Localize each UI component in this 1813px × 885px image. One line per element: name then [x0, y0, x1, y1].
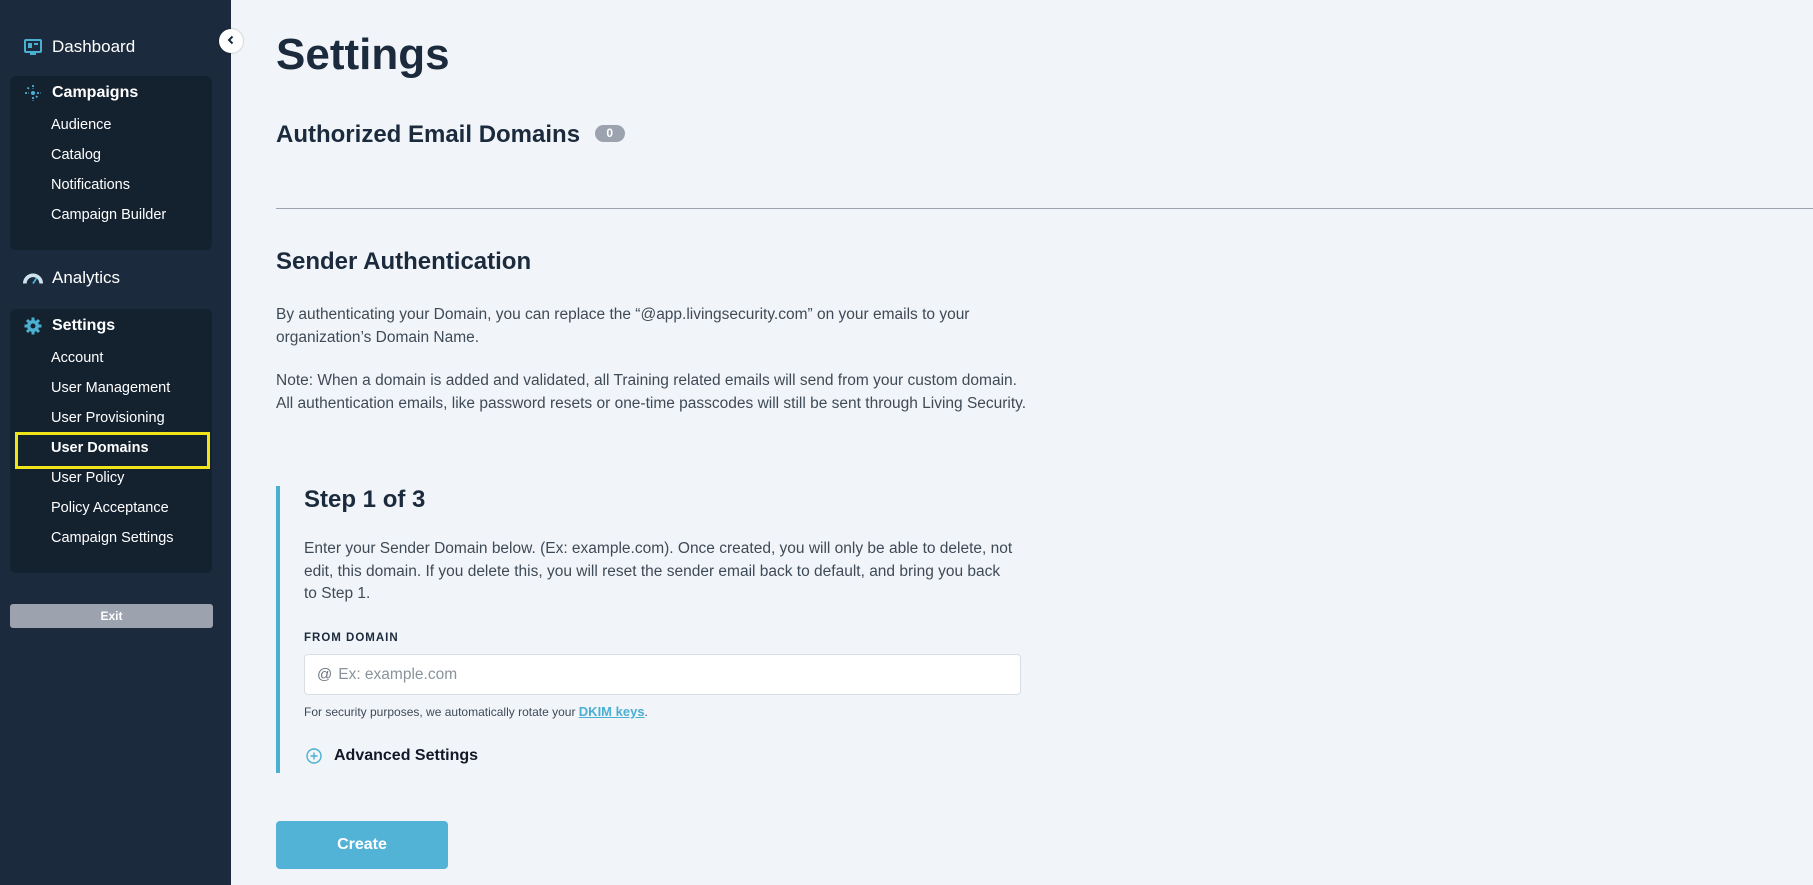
create-button[interactable]: Create [276, 821, 448, 869]
step-panel: Step 1 of 3 Enter your Sender Domain bel… [276, 486, 1021, 773]
advanced-settings-label: Advanced Settings [334, 747, 479, 764]
main-content: Settings Authorized Email Domains 0 Send… [276, 0, 1813, 885]
hint-text: For security purposes, we automatically … [304, 705, 576, 719]
from-domain-label: FROM DOMAIN [304, 632, 399, 644]
sidebar-group-settings: Settings Account User Management User Pr… [10, 309, 212, 573]
page-title: Settings [276, 30, 450, 79]
sidebar-item-policy-acceptance[interactable]: Policy Acceptance [10, 493, 212, 523]
dkim-hint: For security purposes, we automatically … [304, 704, 648, 719]
advanced-settings-toggle[interactable]: Advanced Settings [306, 747, 478, 765]
step-title: Step 1 of 3 [304, 486, 426, 513]
from-domain-field[interactable]: @ [304, 654, 1021, 695]
at-symbol: @ [317, 666, 333, 683]
step-description: Enter your Sender Domain below. (Ex: exa… [304, 540, 1013, 602]
sender-authentication-heading: Sender Authentication [276, 248, 532, 275]
count-badge: 0 [594, 125, 625, 143]
group-title: Settings [52, 317, 116, 334]
sender-description: By authenticating your Domain, you can r… [276, 306, 970, 346]
sidebar-group-campaigns: Campaigns Audience Catalog Notifications… [10, 76, 212, 250]
sidebar-item-dashboard[interactable]: Dashboard [10, 30, 212, 64]
exit-button[interactable]: Exit [10, 604, 213, 628]
sidebar: Dashboard Campaigns Audience Catalog Not… [0, 0, 231, 885]
dkim-keys-link[interactable]: DKIM keys [579, 704, 645, 719]
analytics-gauge-icon [23, 268, 43, 288]
hint-suffix: . [644, 705, 648, 719]
sidebar-item-campaign-builder[interactable]: Campaign Builder [10, 200, 212, 230]
sender-note: Note: When a domain is added and validat… [276, 372, 1027, 412]
sidebar-item-catalog[interactable]: Catalog [10, 140, 212, 170]
sidebar-item-analytics[interactable]: Analytics [10, 261, 212, 295]
authorized-domains-heading: Authorized Email Domains 0 [276, 121, 625, 149]
collapse-sidebar-button[interactable] [219, 29, 243, 53]
sidebar-item-user-provisioning[interactable]: User Provisioning [10, 403, 212, 433]
sidebar-item-account[interactable]: Account [10, 343, 212, 373]
sidebar-item-audience[interactable]: Audience [10, 110, 212, 140]
campaigns-icon [23, 83, 43, 103]
sidebar-item-user-policy[interactable]: User Policy [10, 463, 212, 493]
sidebar-item-label: Dashboard [52, 37, 136, 56]
from-domain-input[interactable] [338, 665, 1020, 684]
sidebar-item-campaign-settings[interactable]: Campaign Settings [10, 523, 212, 553]
sidebar-item-notifications[interactable]: Notifications [10, 170, 212, 200]
dashboard-icon [23, 37, 43, 57]
sidebar-item-campaigns[interactable]: Campaigns [10, 76, 212, 110]
divider [276, 208, 1813, 209]
sidebar-item-user-management[interactable]: User Management [10, 373, 212, 403]
chevron-left-icon [226, 32, 236, 50]
gear-icon [23, 316, 43, 336]
plus-circle-icon [306, 748, 322, 764]
section-title: Authorized Email Domains [276, 121, 581, 148]
sidebar-item-user-domains[interactable]: User Domains [10, 432, 212, 469]
group-title: Campaigns [52, 84, 139, 101]
sidebar-item-settings[interactable]: Settings [10, 309, 212, 343]
sidebar-item-label: Analytics [52, 268, 121, 287]
